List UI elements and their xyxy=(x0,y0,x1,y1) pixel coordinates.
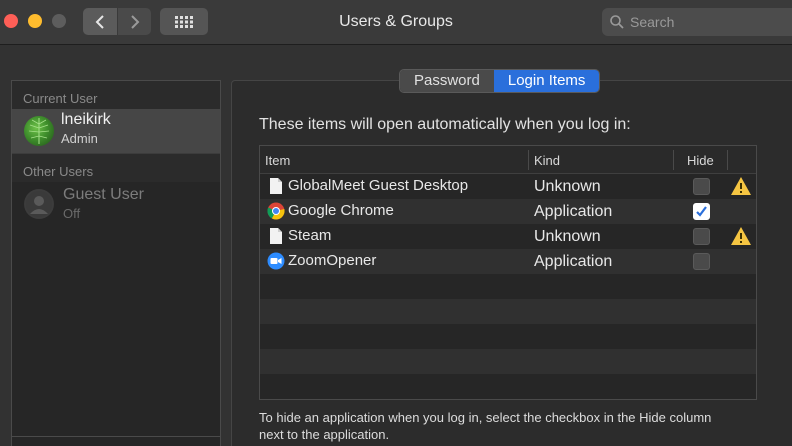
document-icon xyxy=(270,228,282,244)
login-items-help-text: To hide an application when you log in, … xyxy=(259,410,712,442)
empty-row xyxy=(260,399,756,400)
column-header-hide[interactable]: Hide xyxy=(687,153,714,168)
empty-row xyxy=(260,274,756,299)
sidebar-bottom-bar xyxy=(12,436,220,437)
zoom-window-button[interactable] xyxy=(52,14,66,28)
close-window-button[interactable] xyxy=(4,14,18,28)
item-kind: Unknown xyxy=(534,228,601,245)
login-items-table: Item Kind Hide GlobalMeet Guest Desktop … xyxy=(259,145,757,400)
guest-avatar xyxy=(24,189,54,219)
column-header-item[interactable]: Item xyxy=(265,153,290,168)
tab-password[interactable]: Password xyxy=(400,70,494,92)
forward-button[interactable] xyxy=(117,8,151,35)
avatar xyxy=(24,116,54,146)
empty-row xyxy=(260,324,756,349)
column-header-kind[interactable]: Kind xyxy=(534,153,560,168)
tab-login-items[interactable]: Login Items xyxy=(493,70,600,92)
show-all-button[interactable] xyxy=(160,8,208,35)
warning-icon xyxy=(731,227,751,245)
table-row[interactable]: Google Chrome Application xyxy=(260,199,756,224)
table-row[interactable]: Steam Unknown xyxy=(260,224,756,249)
hide-checkbox[interactable] xyxy=(693,178,710,195)
current-user-role: Admin xyxy=(61,131,98,146)
item-name: Steam xyxy=(288,227,332,244)
warning-icon xyxy=(731,177,751,195)
person-icon xyxy=(26,191,52,217)
table-row[interactable]: ZoomOpener Application xyxy=(260,249,756,274)
empty-row xyxy=(260,374,756,399)
login-items-intro: These items will open automatically when… xyxy=(259,116,631,133)
users-sidebar: Current User lneikirk Admin Other Users … xyxy=(11,80,221,446)
document-icon xyxy=(270,178,282,194)
search-icon xyxy=(610,15,624,29)
checkmark-icon xyxy=(696,206,707,217)
item-kind: Application xyxy=(534,253,613,270)
back-button[interactable] xyxy=(83,8,117,35)
hide-checkbox[interactable] xyxy=(693,253,710,270)
empty-row xyxy=(260,299,756,324)
item-name: ZoomOpener xyxy=(288,252,377,269)
hide-checkbox[interactable] xyxy=(693,203,710,220)
chevron-left-icon xyxy=(95,14,104,29)
column-separator xyxy=(727,150,728,170)
column-separator xyxy=(673,150,674,170)
guest-user-status: Off xyxy=(63,206,81,221)
item-kind: Application xyxy=(534,203,613,220)
user-row-current[interactable]: lneikirk Admin xyxy=(12,109,220,153)
table-row[interactable]: GlobalMeet Guest Desktop Unknown xyxy=(260,174,756,199)
hide-checkbox[interactable] xyxy=(693,228,710,245)
minimize-window-button[interactable] xyxy=(28,14,42,28)
leaf-icon xyxy=(28,118,50,144)
chevron-right-icon xyxy=(130,14,139,29)
search-field[interactable]: Search xyxy=(602,8,792,36)
search-placeholder: Search xyxy=(630,14,675,30)
grid-icon xyxy=(175,15,193,28)
item-name: GlobalMeet Guest Desktop xyxy=(288,177,469,194)
tab-bar: Password Login Items xyxy=(399,69,601,93)
column-separator xyxy=(528,150,529,170)
other-users-label: Other Users xyxy=(12,154,220,182)
current-user-name: lneikirk xyxy=(61,111,111,128)
item-name: Google Chrome xyxy=(288,202,394,219)
zoom-icon xyxy=(267,252,285,270)
empty-row xyxy=(260,349,756,374)
title-bar: Users & Groups Search xyxy=(0,0,792,45)
current-user-label: Current User xyxy=(12,81,220,109)
chrome-icon xyxy=(267,202,285,220)
table-header: Item Kind Hide xyxy=(260,146,756,174)
guest-user-name: Guest User xyxy=(63,186,144,203)
item-kind: Unknown xyxy=(534,178,601,195)
navigation-buttons xyxy=(83,8,151,35)
user-row-guest[interactable]: Guest User Off xyxy=(12,182,220,226)
